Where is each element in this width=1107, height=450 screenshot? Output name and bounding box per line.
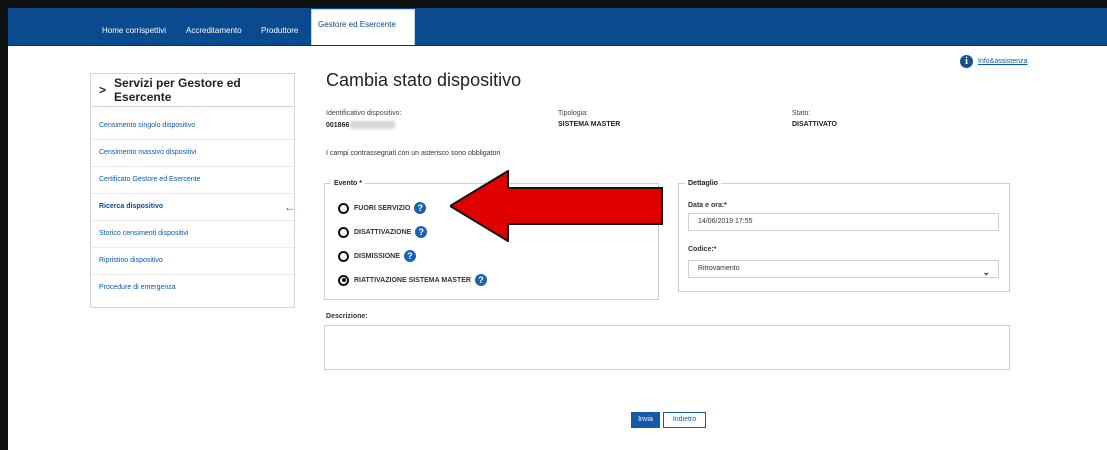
sidebar-item-label: Certificato Gestore ed Esercente: [99, 176, 201, 183]
help-icon[interactable]: ?: [414, 202, 427, 214]
sidebar-item-storico-censimenti[interactable]: Storico censimenti dispositivi: [91, 221, 294, 248]
top-navbar: Home corrispettivi Accreditamento Produt…: [0, 8, 1107, 46]
sidebar-item-label: Ricerca dispositivo: [99, 203, 164, 210]
date-time-input[interactable]: 14/06/2019 17:55: [688, 213, 999, 231]
help-icon[interactable]: ?: [474, 274, 487, 286]
nav-home-corrispettivi[interactable]: Home corrispettivi: [102, 26, 166, 35]
info-icon: i: [960, 55, 973, 68]
radio-fuori-servizio[interactable]: FUORI SERVIZIO ?: [338, 202, 427, 214]
sidebar-item-label: Ripristino dispositivo: [99, 257, 163, 264]
redacted-blur: [350, 121, 396, 129]
sidebar-item-procedure-emergenza[interactable]: Procedure di emergenza: [91, 275, 294, 301]
sidebar-item-censimento-massivo[interactable]: Censimento massivo dispositivi: [91, 140, 294, 167]
sidebar-item-censimento-singolo[interactable]: Censimento singolo dispositivo: [91, 113, 294, 140]
help-icon[interactable]: ?: [415, 226, 428, 238]
sidebar-title: Servizi per Gestore ed Esercente: [114, 76, 241, 104]
window-frame-top: [0, 0, 1107, 8]
nav-active-label: Gestore ed Esercente: [318, 20, 396, 29]
info-assistenza[interactable]: i Info&assistenza: [960, 55, 1027, 68]
device-id-value: 001866: [326, 121, 396, 129]
sidebar-item-certificato[interactable]: Certificato Gestore ed Esercente: [91, 167, 294, 194]
code-label: Codice:*: [688, 246, 717, 253]
sidebar-item-ripristino[interactable]: Ripristino dispositivo: [91, 248, 294, 275]
help-icon[interactable]: ?: [403, 250, 416, 262]
device-type-value: SISTEMA MASTER: [558, 121, 621, 128]
radio-label: DISATTIVAZIONE: [354, 228, 412, 236]
date-label: Data e ora:*: [688, 202, 727, 209]
device-id-text: 001866: [326, 121, 350, 129]
arrow-left-icon: ←: [284, 200, 296, 214]
sidebar: > Servizi per Gestore ed Esercente Censi…: [90, 73, 296, 308]
radio-button[interactable]: [338, 202, 349, 214]
descrizione-label: Descrizione:: [326, 313, 368, 320]
radio-dismissione[interactable]: DISMISSIONE ?: [338, 250, 416, 262]
radio-label: FUORI SERVIZIO: [354, 204, 411, 212]
chevron-right-icon: >: [99, 83, 107, 97]
sidebar-item-label: Censimento singolo dispositivo: [99, 122, 196, 129]
descrizione-textarea[interactable]: [324, 325, 1010, 370]
code-select-value: Ritrovamento: [698, 265, 740, 272]
window-frame-left: [0, 8, 8, 450]
radio-button-checked[interactable]: [338, 274, 349, 286]
info-assistenza-link[interactable]: Info&assistenza: [978, 58, 1027, 65]
code-select[interactable]: Ritrovamento ⌄: [688, 260, 999, 278]
radio-button[interactable]: [338, 226, 349, 238]
device-state-label: Stato:: [792, 110, 811, 117]
dettaglio-legend: Dettaglio: [688, 180, 718, 187]
radio-disattivazione[interactable]: DISATTIVAZIONE ?: [338, 226, 428, 238]
chevron-down-icon: ⌄: [982, 267, 990, 277]
required-fields-note: I campi contrassegnati con un asterisco …: [326, 150, 501, 157]
sidebar-item-ricerca-dispositivo[interactable]: Ricerca dispositivo ←: [91, 194, 296, 221]
red-arrow-annotation: [450, 170, 663, 242]
device-state-value: DISATTIVATO: [792, 121, 837, 128]
sidebar-item-label: Censimento massivo dispositivi: [99, 149, 197, 156]
red-arrow-shape: [450, 170, 663, 242]
sidebar-item-label: Procedure di emergenza: [99, 284, 176, 291]
device-type-label: Tipologia:: [558, 110, 589, 117]
nav-accreditamento[interactable]: Accreditamento: [186, 26, 242, 35]
radio-button[interactable]: [338, 250, 349, 262]
evento-legend: Evento *: [334, 180, 363, 187]
radio-label: RIATTIVAZIONE SISTEMA MASTER: [354, 276, 471, 284]
back-button[interactable]: Indietro: [663, 412, 706, 428]
device-id-label: Identificativo dispositivo:: [326, 110, 402, 117]
nav-produttore[interactable]: Produttore: [261, 26, 298, 35]
radio-label: DISMISSIONE: [354, 252, 400, 260]
sidebar-header[interactable]: > Servizi per Gestore ed Esercente: [91, 74, 294, 107]
nav-gestore-esercente-tab[interactable]: Gestore ed Esercente: [311, 9, 415, 45]
submit-button[interactable]: Invia: [631, 412, 660, 428]
page-title: Cambia stato dispositivo: [326, 70, 522, 90]
radio-riattivazione-sistema-master[interactable]: RIATTIVAZIONE SISTEMA MASTER ?: [338, 274, 487, 286]
sidebar-item-label: Storico censimenti dispositivi: [99, 230, 189, 237]
